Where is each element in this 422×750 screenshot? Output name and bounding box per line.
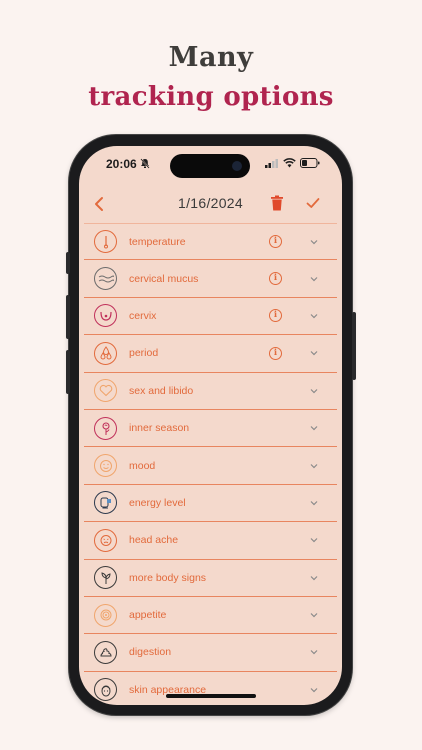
chevron-down-icon[interactable]: [309, 610, 319, 620]
info-icon[interactable]: i: [269, 346, 282, 360]
heart-icon: [94, 379, 117, 403]
headache-face-icon: [94, 528, 117, 552]
chevron-down-icon[interactable]: [309, 573, 319, 583]
list-item-more-body-signs[interactable]: more body signs: [84, 560, 337, 597]
list-item-label: temperature: [129, 235, 186, 248]
cervix-icon: [94, 304, 117, 328]
wifi-icon: [283, 158, 296, 168]
list-item-label: energy level: [129, 496, 186, 509]
digestion-icon: [94, 640, 117, 664]
list-item-sex-and-libido[interactable]: sex and libido: [84, 373, 337, 410]
status-time: 20:06: [106, 157, 137, 171]
headline-tracking-options: tracking options: [88, 82, 334, 112]
chevron-down-icon[interactable]: [309, 274, 319, 284]
date-title: 1/16/2024: [178, 195, 243, 211]
list-item-head-ache[interactable]: head ache: [84, 522, 337, 560]
tracking-options-list: temperature i cervical mucus i cervix i …: [84, 223, 337, 705]
phone-mute-switch: [66, 252, 70, 274]
chevron-down-icon[interactable]: [309, 535, 319, 545]
trash-icon[interactable]: [270, 195, 284, 211]
chevron-down-icon[interactable]: [309, 237, 319, 247]
home-indicator[interactable]: [166, 694, 256, 698]
drops-icon: [94, 341, 117, 365]
app-header: 1/16/2024: [79, 186, 342, 222]
info-icon[interactable]: i: [269, 272, 282, 286]
list-item-mood[interactable]: mood: [84, 447, 337, 485]
list-item-period[interactable]: period i: [84, 335, 337, 373]
list-item-label: period: [129, 347, 159, 360]
leaf-body-icon: [94, 566, 117, 590]
chevron-down-icon[interactable]: [309, 498, 319, 508]
list-item-label: more body signs: [129, 571, 207, 584]
list-item-label: sex and libido: [129, 384, 194, 397]
headline-many: Many: [168, 42, 254, 73]
list-item-label: mood: [129, 459, 156, 472]
list-item-cervical-mucus[interactable]: cervical mucus i: [84, 260, 337, 298]
chevron-down-icon[interactable]: [309, 311, 319, 321]
chevron-down-icon[interactable]: [309, 423, 319, 433]
bell-muted-icon: [140, 158, 150, 169]
app-screen: 20:06 1/16/2024 temperature i cervical m…: [79, 146, 342, 705]
checkmark-icon[interactable]: [305, 195, 321, 211]
mucus-waves-icon: [94, 267, 117, 291]
energy-face-icon: [94, 491, 117, 515]
list-item-label: digestion: [129, 646, 172, 659]
food-spiral-icon: [94, 603, 117, 627]
rose-icon: [94, 416, 117, 440]
phone-volume-up: [66, 295, 70, 339]
chevron-down-icon[interactable]: [309, 685, 319, 695]
list-item-label: head ache: [129, 534, 179, 547]
status-indicators: [265, 158, 320, 168]
chevron-down-icon[interactable]: [309, 461, 319, 471]
battery-icon: [300, 158, 320, 168]
list-item-cervix[interactable]: cervix i: [84, 298, 337, 336]
dynamic-island: [170, 154, 250, 178]
signal-icon: [265, 159, 278, 168]
skin-face-icon: [94, 678, 117, 702]
phone-power-button: [352, 312, 356, 380]
chevron-down-icon[interactable]: [309, 386, 319, 396]
list-item-appetite[interactable]: appetite: [84, 597, 337, 635]
list-item-label: cervical mucus: [129, 272, 199, 285]
list-item-label: appetite: [129, 609, 167, 622]
list-item-temperature[interactable]: temperature i: [84, 223, 337, 261]
thermometer-icon: [94, 230, 117, 254]
camera-icon: [232, 161, 242, 171]
list-item-energy-level[interactable]: energy level: [84, 485, 337, 523]
chevron-down-icon[interactable]: [309, 348, 319, 358]
list-item-label: inner season: [129, 422, 190, 435]
list-item-inner-season[interactable]: inner season: [84, 410, 337, 448]
info-icon[interactable]: i: [269, 235, 282, 249]
chevron-down-icon[interactable]: [309, 647, 319, 657]
list-item-digestion[interactable]: digestion: [84, 634, 337, 672]
mood-face-icon: [94, 454, 117, 478]
info-icon[interactable]: i: [269, 309, 282, 323]
list-item-skin-appearance[interactable]: skin appearance: [84, 672, 337, 705]
phone-volume-down: [66, 350, 70, 394]
list-item-label: cervix: [129, 309, 157, 322]
